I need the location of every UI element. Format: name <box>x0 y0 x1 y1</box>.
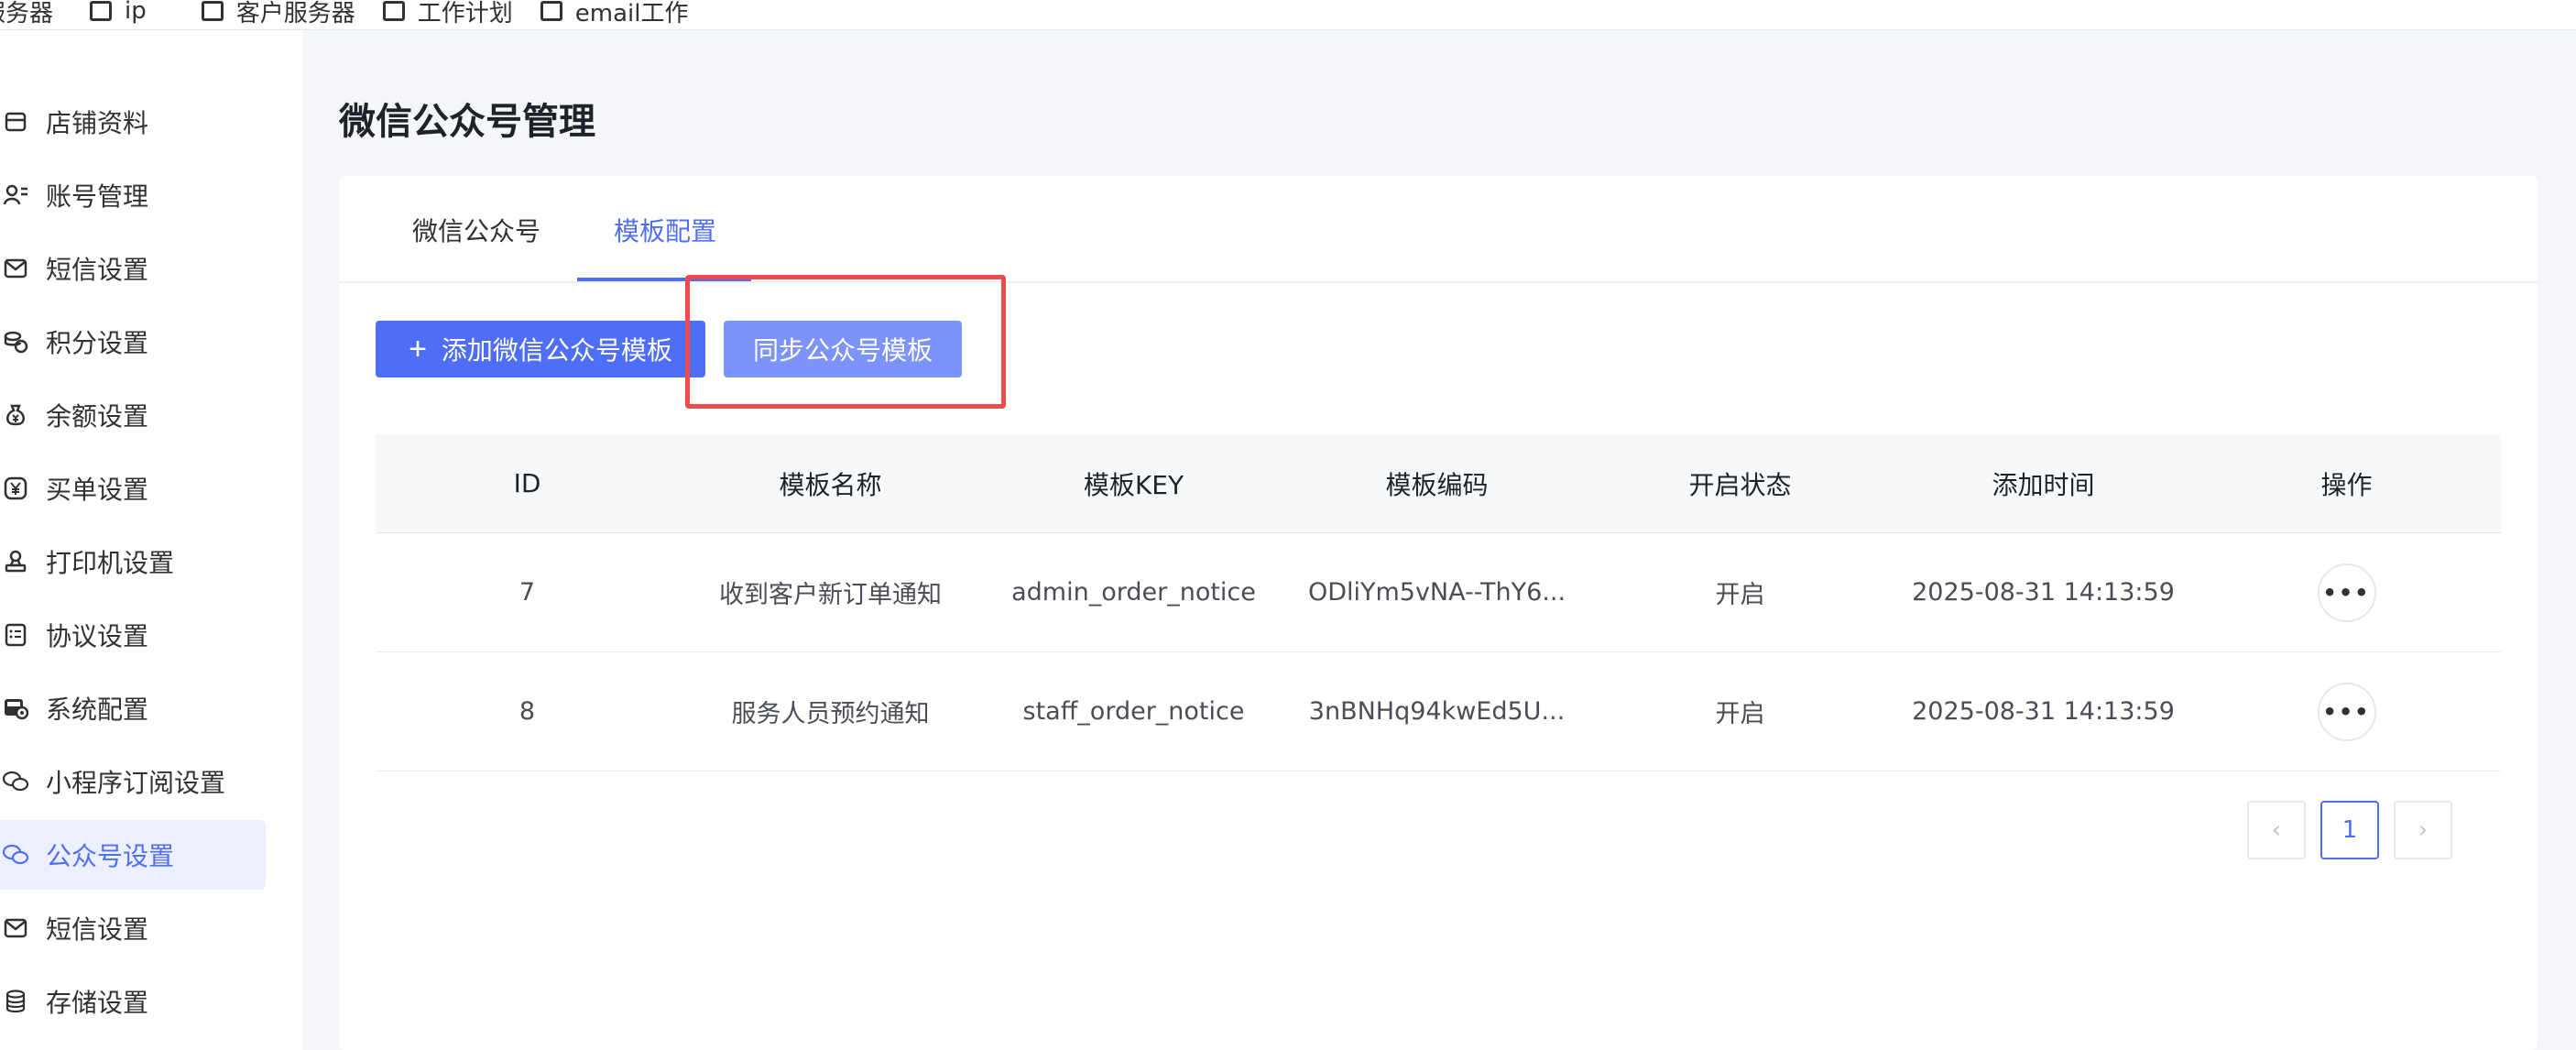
sidebar: 店铺资料 账号管理 短信设置 积分设置 余额设置 买单设置 打印机设置 协议设置… <box>0 30 302 1050</box>
header-key: 模板KEY <box>1083 469 1184 500</box>
prev-page-button[interactable]: ‹ <box>2247 801 2306 859</box>
sidebar-item-agreement[interactable]: 协议设置 <box>0 600 266 670</box>
sidebar-item-printer[interactable]: 打印机设置 <box>0 527 266 596</box>
wechat-icon <box>2 841 29 869</box>
more-actions-button[interactable]: ••• <box>2317 682 2376 741</box>
sidebar-item-sms-2[interactable]: 短信设置 <box>0 893 266 963</box>
yen-icon <box>2 475 29 502</box>
add-template-button[interactable]: + 添加微信公众号模板 <box>376 321 705 377</box>
header-code: 模板编码 <box>1385 469 1489 500</box>
cell-status: 开启 <box>1715 700 1765 728</box>
sidebar-item-store-info[interactable]: 店铺资料 <box>0 87 266 157</box>
table-row: 8 服务人员预约通知 staff_order_notice 3nBNHq94kw… <box>376 652 2501 771</box>
top-tab[interactable]: email工作 <box>540 0 689 29</box>
top-tab-label: 服务器 <box>0 0 54 27</box>
sidebar-item-sms[interactable]: 短信设置 <box>0 234 266 303</box>
sidebar-item-account[interactable]: 账号管理 <box>0 160 266 230</box>
tab-template-config[interactable]: 模板配置 <box>614 176 716 283</box>
add-template-label: 添加微信公众号模板 <box>441 336 672 365</box>
sidebar-item-points[interactable]: 积分设置 <box>0 307 266 377</box>
sidebar-item-official-account[interactable]: 公众号设置 <box>0 820 266 890</box>
sidebar-item-label: 买单设置 <box>46 475 149 505</box>
cell-action: ••• <box>2195 563 2498 622</box>
database-icon <box>2 988 29 1015</box>
tab-wechat-account[interactable]: 微信公众号 <box>412 176 540 283</box>
sidebar-item-label: 存储设置 <box>46 988 149 1018</box>
mail-icon <box>2 914 29 942</box>
top-tab-label: email工作 <box>574 0 689 27</box>
tab-page-icon <box>540 1 562 21</box>
sidebar-item-label: 打印机设置 <box>46 548 175 578</box>
header-name: 模板名称 <box>779 469 882 500</box>
tab-label: 模板配置 <box>614 215 717 246</box>
cell-status: 开启 <box>1715 581 1765 609</box>
top-tab[interactable]: 服务器 <box>0 0 53 29</box>
cell-code: 3nBNHq94kwEd5U... <box>1308 697 1566 726</box>
sidebar-item-label: 店铺资料 <box>46 108 149 138</box>
top-tab-bar: 服务器 ip 客户服务器 工作计划 email工作 <box>0 0 2576 30</box>
more-actions-button[interactable]: ••• <box>2317 563 2376 622</box>
sidebar-item-label: 短信设置 <box>46 255 149 285</box>
plus-icon: + <box>409 332 427 366</box>
tab-label: 微信公众号 <box>412 215 541 246</box>
cell-id: 7 <box>518 578 536 607</box>
tab-page-icon <box>201 1 224 21</box>
tab-bar: 微信公众号 模板配置 <box>339 176 2538 283</box>
tab-page-icon <box>90 1 113 21</box>
next-page-button[interactable]: › <box>2394 801 2452 859</box>
sidebar-item-label: 短信设置 <box>46 914 149 945</box>
sidebar-item-balance[interactable]: 余额设置 <box>0 380 266 450</box>
sidebar-item-label: 余额设置 <box>46 401 149 432</box>
sidebar-item-storage[interactable]: 存储设置 <box>0 967 266 1036</box>
cell-code: ODliYm5vNA--ThY6... <box>1307 578 1566 607</box>
cell-time: 2025-08-31 14:13:59 <box>1912 578 2175 607</box>
cell-action: ••• <box>2195 682 2498 741</box>
sidebar-item-label: 小程序订阅设置 <box>46 768 226 798</box>
sidebar-item-bill[interactable]: 买单设置 <box>0 454 266 523</box>
system-icon <box>2 695 29 722</box>
content-card: 微信公众号 模板配置 + 添加微信公众号模板 同步公众号模板 ID 模板名称 模… <box>339 176 2538 1050</box>
top-tab[interactable]: 工作计划 <box>382 0 513 29</box>
printer-icon <box>2 548 29 575</box>
header-status: 开启状态 <box>1688 469 1792 500</box>
sidebar-item-label: 协议设置 <box>46 621 149 651</box>
cell-key: staff_order_notice <box>1022 697 1245 726</box>
sidebar-item-label: 积分设置 <box>46 328 149 358</box>
wechat-icon <box>2 768 29 795</box>
header-action: 操作 <box>2320 469 2373 500</box>
page-number-button[interactable]: 1 <box>2320 801 2379 859</box>
template-table: ID 模板名称 模板KEY 模板编码 开启状态 添加时间 操作 7 收到客户新订… <box>376 434 2501 771</box>
cell-id: 8 <box>518 697 536 726</box>
sidebar-item-system[interactable]: 系统配置 <box>0 673 266 743</box>
header-id: ID <box>513 468 541 498</box>
store-icon <box>2 108 29 136</box>
header-time: 添加时间 <box>1992 469 2095 500</box>
table-header: ID 模板名称 模板KEY 模板编码 开启状态 添加时间 操作 <box>376 434 2501 533</box>
coins-icon <box>2 328 29 355</box>
cell-name: 服务人员预约通知 <box>731 700 930 728</box>
user-list-icon <box>2 181 29 209</box>
sidebar-item-label: 系统配置 <box>46 695 149 725</box>
money-bag-icon <box>2 401 29 429</box>
document-list-icon <box>2 621 29 649</box>
table-row: 7 收到客户新订单通知 admin_order_notice ODliYm5vN… <box>376 533 2501 652</box>
sidebar-item-label: 公众号设置 <box>46 841 175 871</box>
cell-key: admin_order_notice <box>1011 578 1256 607</box>
mail-icon <box>2 255 29 282</box>
cell-time: 2025-08-31 14:13:59 <box>1912 697 2175 726</box>
top-tab[interactable]: ip <box>90 0 147 29</box>
top-tab[interactable]: 客户服务器 <box>201 0 355 29</box>
highlight-annotation <box>685 275 1006 409</box>
cell-name: 收到客户新订单通知 <box>719 581 942 609</box>
top-tab-label: ip <box>125 0 147 25</box>
top-tab-label: 工作计划 <box>417 0 513 27</box>
page-title: 微信公众号管理 <box>339 101 595 143</box>
top-tab-label: 客户服务器 <box>235 0 355 27</box>
sidebar-item-miniprogram-subscribe[interactable]: 小程序订阅设置 <box>0 747 266 816</box>
sidebar-item-label: 账号管理 <box>46 181 149 212</box>
tab-page-icon <box>382 1 405 21</box>
